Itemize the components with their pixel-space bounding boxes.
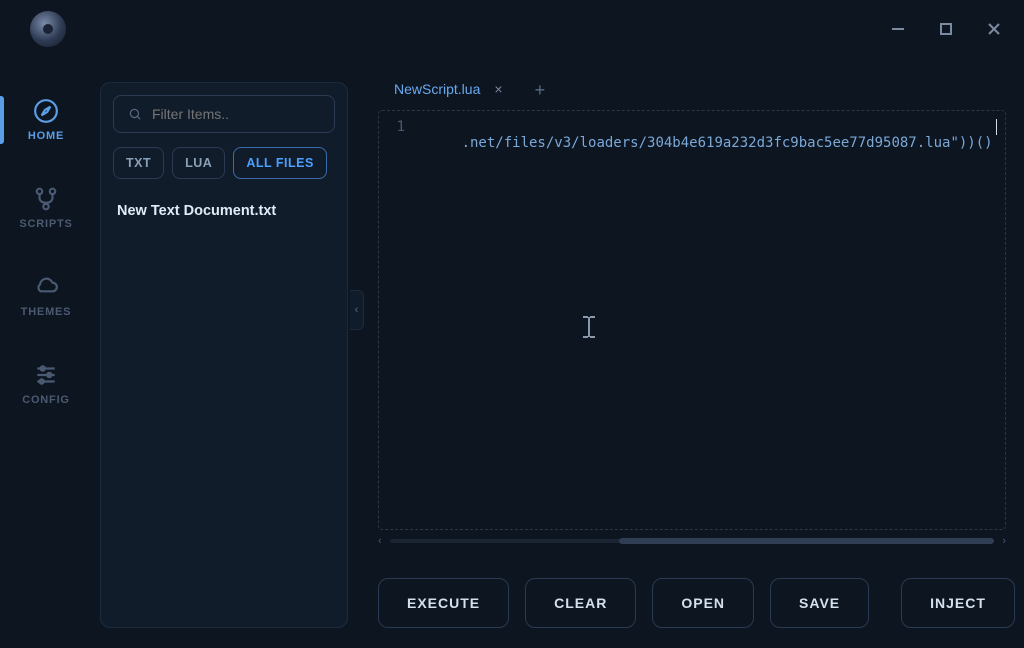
nav-themes[interactable]: THEMES xyxy=(0,266,92,326)
filter-lua[interactable]: LUA xyxy=(172,147,225,179)
filter-all[interactable]: ALL FILES xyxy=(233,147,326,179)
nav-scripts[interactable]: SCRIPTS xyxy=(0,178,92,238)
nav-label: THEMES xyxy=(21,306,72,318)
nav-home[interactable]: HOME xyxy=(0,90,92,150)
code-editor[interactable]: 1 .net/files/v3/loaders/304b4e619a232d3f… xyxy=(378,110,1006,530)
search-icon xyxy=(128,106,142,122)
file-panel: TXT LUA ALL FILES New Text Document.txt xyxy=(100,82,348,628)
minimize-icon xyxy=(891,22,905,36)
sidebar: HOME SCRIPTS THEMES CONFIG xyxy=(0,90,92,648)
nav-label: SCRIPTS xyxy=(19,218,72,230)
horizontal-scroll: ‹ › xyxy=(378,534,1006,548)
minimize-button[interactable] xyxy=(888,19,908,39)
tab-close-icon[interactable]: × xyxy=(494,81,502,97)
save-button[interactable]: SAVE xyxy=(770,578,869,628)
action-bar: EXECUTE CLEAR OPEN SAVE INJECT xyxy=(378,578,1006,628)
editor-area: NewScript.lua × + 1 .net/files/v3/loader… xyxy=(378,70,1006,548)
panel-collapse-handle[interactable]: ‹ xyxy=(350,290,364,330)
scroll-right-icon[interactable]: › xyxy=(1002,535,1006,547)
close-button[interactable] xyxy=(984,19,1004,39)
app-logo xyxy=(30,11,66,47)
tab-title: NewScript.lua xyxy=(394,81,480,97)
filter-search[interactable] xyxy=(113,95,335,133)
tab-newscript[interactable]: NewScript.lua × xyxy=(378,70,519,110)
line-gutter: 1 xyxy=(379,111,405,529)
nav-config[interactable]: CONFIG xyxy=(0,354,92,414)
file-item[interactable]: New Text Document.txt xyxy=(113,195,335,227)
inject-button[interactable]: INJECT xyxy=(901,578,1015,628)
clear-button[interactable]: CLEAR xyxy=(525,578,636,628)
add-tab-button[interactable]: + xyxy=(521,80,560,101)
execute-button[interactable]: EXECUTE xyxy=(378,578,509,628)
text-caret xyxy=(996,119,997,135)
close-icon xyxy=(987,22,1001,36)
maximize-button[interactable] xyxy=(936,19,956,39)
window-controls xyxy=(888,19,1004,39)
code-content[interactable]: .net/files/v3/loaders/304b4e619a232d3fc9… xyxy=(405,111,1005,529)
maximize-icon xyxy=(939,22,953,36)
cloud-icon xyxy=(33,274,59,300)
open-button[interactable]: OPEN xyxy=(652,578,754,628)
scroll-left-icon[interactable]: ‹ xyxy=(378,535,382,547)
filter-input[interactable] xyxy=(152,106,320,122)
titlebar xyxy=(0,0,1024,58)
tab-bar: NewScript.lua × + xyxy=(378,70,1006,110)
scroll-track[interactable] xyxy=(390,539,995,543)
branch-icon xyxy=(33,186,59,212)
filter-row: TXT LUA ALL FILES xyxy=(113,147,335,179)
nav-label: CONFIG xyxy=(22,394,70,406)
code-line: .net/files/v3/loaders/304b4e619a232d3fc9… xyxy=(462,135,993,151)
scroll-thumb[interactable] xyxy=(619,538,994,544)
filter-txt[interactable]: TXT xyxy=(113,147,164,179)
sliders-icon xyxy=(33,362,59,388)
compass-icon xyxy=(33,98,59,124)
nav-label: HOME xyxy=(28,130,64,142)
